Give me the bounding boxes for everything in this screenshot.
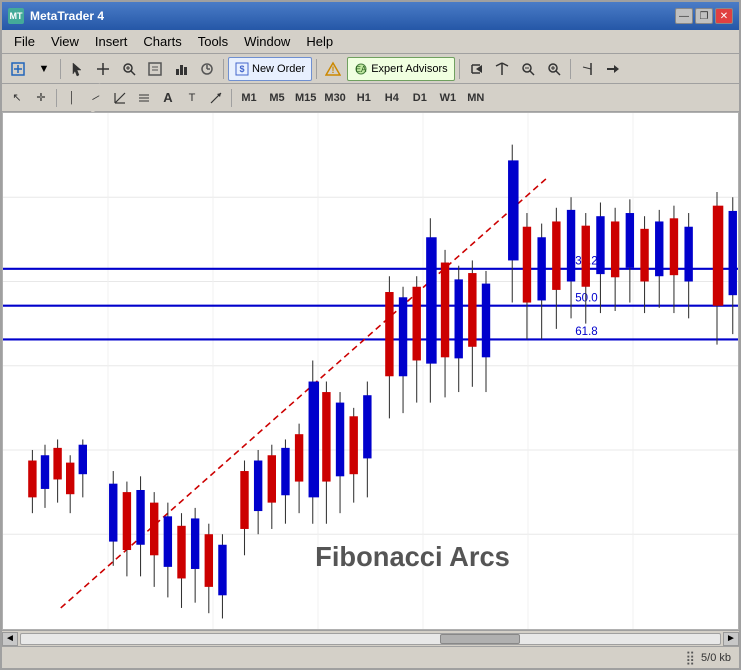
scroll-right-btn[interactable] [575, 57, 599, 81]
svg-text:50.0: 50.0 [575, 292, 597, 304]
text-tool[interactable]: A [157, 87, 179, 109]
menu-bar: File View Insert Charts Tools Window Hel… [2, 30, 739, 54]
sep3 [316, 59, 317, 79]
period-w1[interactable]: W1 [435, 88, 461, 108]
restore-button[interactable]: ❐ [695, 8, 713, 24]
status-bar: ⣿ 5/0 kb [2, 646, 739, 668]
sep1 [60, 59, 61, 79]
label-tool[interactable]: T [181, 87, 203, 109]
fib-tool[interactable] [133, 87, 155, 109]
close-button[interactable]: ✕ [715, 8, 733, 24]
menu-charts[interactable]: Charts [135, 32, 189, 51]
period-mn[interactable]: MN [463, 88, 489, 108]
period-m1[interactable]: M1 [236, 88, 262, 108]
scroll-track[interactable] [20, 633, 721, 645]
crosshair-btn[interactable] [91, 57, 115, 81]
cursor-btn[interactable] [65, 57, 89, 81]
zoom-in-chart-btn[interactable] [542, 57, 566, 81]
menu-window[interactable]: Window [236, 32, 298, 51]
period-m15[interactable]: M15 [292, 88, 319, 108]
chart-type-btn[interactable] [169, 57, 193, 81]
sep2 [223, 59, 224, 79]
app-icon: MT [8, 8, 24, 24]
grid-status-icon: ⣿ [686, 650, 696, 666]
cursor-tool[interactable]: ↖ [6, 87, 28, 109]
minimize-button[interactable]: — [675, 8, 693, 24]
main-window: MT MetaTrader 4 — ❐ ✕ File View Insert C… [0, 0, 741, 670]
menu-tools[interactable]: Tools [190, 32, 236, 51]
sep-t2-2 [231, 89, 232, 107]
crosshair-tool[interactable]: ✛ [30, 87, 52, 109]
scroll-right-arrow[interactable]: ► [723, 632, 739, 646]
chart-area[interactable]: 38.2 50.0 61.8 [2, 112, 739, 630]
svg-text:61.8: 61.8 [575, 326, 597, 338]
period-d1[interactable]: D1 [407, 88, 433, 108]
sep-t2-1 [56, 89, 57, 107]
zoom-out-chart-btn[interactable] [516, 57, 540, 81]
gann-tool[interactable] [109, 87, 131, 109]
svg-text:!: ! [332, 65, 335, 75]
scroll-thumb[interactable] [440, 634, 520, 644]
scroll-chart-btn[interactable] [490, 57, 514, 81]
expert-advisors-btn[interactable]: EA Expert Advisors [347, 57, 454, 81]
zoom-in-btn[interactable] [117, 57, 141, 81]
menu-view[interactable]: View [43, 32, 87, 51]
properties-btn[interactable] [143, 57, 167, 81]
title-bar-text: MetaTrader 4 [30, 9, 104, 23]
menu-insert[interactable]: Insert [87, 32, 136, 51]
data-status: 5/0 kb [701, 652, 731, 664]
period-h4[interactable]: H4 [379, 88, 405, 108]
new-order-btn[interactable]: $ New Order [228, 57, 312, 81]
svg-text:$: $ [239, 64, 244, 74]
title-bar: MT MetaTrader 4 — ❐ ✕ [2, 2, 739, 30]
drawing-toolbar: ↖ ✛ │ ─ A T M1 M5 M15 M30 H1 H4 D1 W1 MN [2, 84, 739, 112]
title-bar-controls: — ❐ ✕ [675, 8, 733, 24]
main-toolbar: ▼ $ New Order ! EA Expert Ad [2, 54, 739, 84]
alert-btn[interactable]: ! [321, 57, 345, 81]
scroll-left-arrow[interactable]: ◄ [2, 632, 18, 646]
scroll-left-btn[interactable] [464, 57, 488, 81]
dropdown-btn[interactable]: ▼ [32, 57, 56, 81]
sep5 [570, 59, 571, 79]
period-h1[interactable]: H1 [351, 88, 377, 108]
period-m30[interactable]: M30 [321, 88, 348, 108]
svg-text:EA: EA [356, 65, 367, 74]
sep4 [459, 59, 460, 79]
svg-text:Fibonacci Arcs: Fibonacci Arcs [315, 541, 510, 572]
vertical-line-tool[interactable]: │ [61, 87, 83, 109]
new-chart-btn[interactable] [6, 57, 30, 81]
menu-help[interactable]: Help [298, 32, 341, 51]
trend-line-tool[interactable]: ─ [81, 82, 111, 112]
period-settings-btn[interactable] [195, 57, 219, 81]
arrow-tool[interactable] [205, 87, 227, 109]
period-m5[interactable]: M5 [264, 88, 290, 108]
menu-file[interactable]: File [6, 32, 43, 51]
title-bar-left: MT MetaTrader 4 [8, 8, 104, 24]
chart-svg: 38.2 50.0 61.8 [3, 113, 738, 629]
horizontal-scrollbar[interactable]: ◄ ► [2, 630, 739, 646]
autoscroll-btn[interactable] [601, 57, 625, 81]
